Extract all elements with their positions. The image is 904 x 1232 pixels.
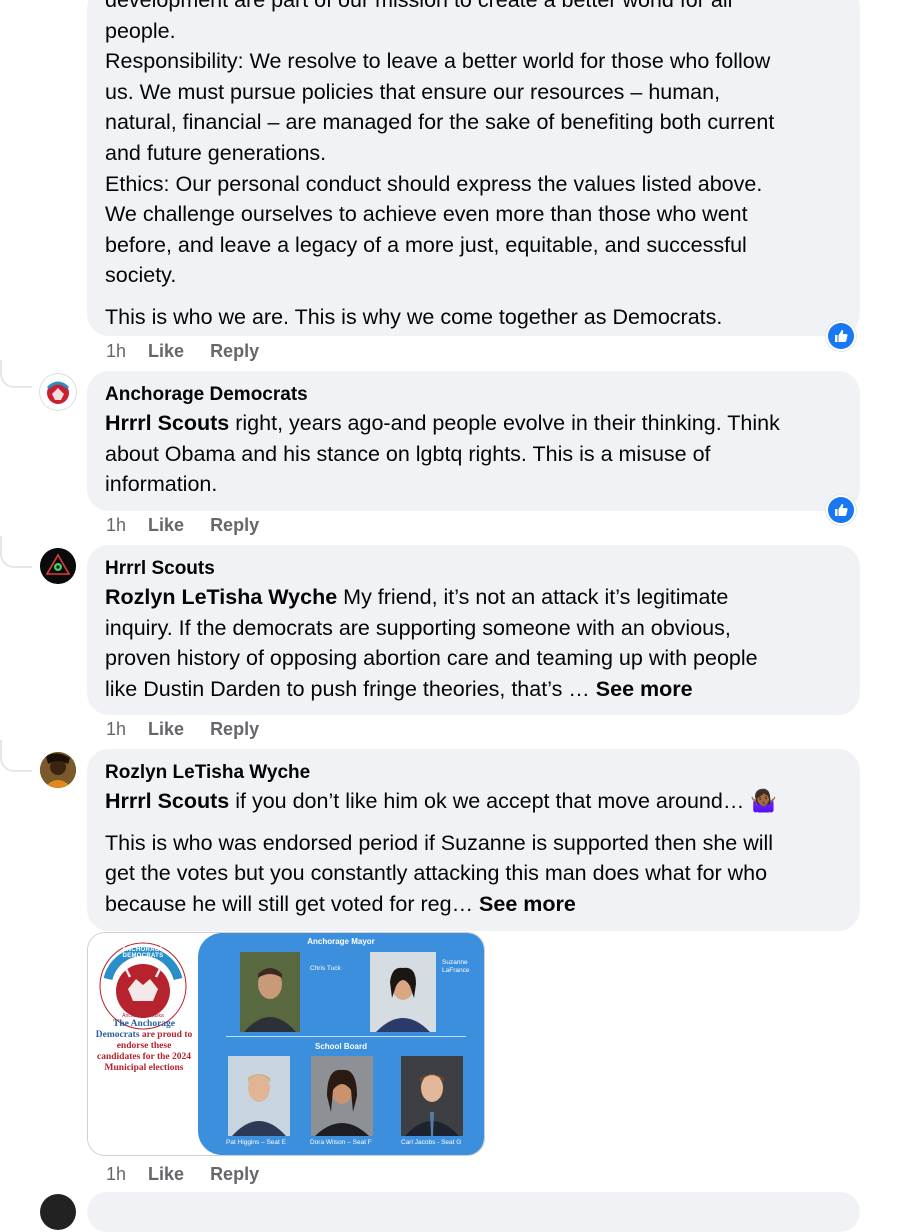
reply-button[interactable]: Reply: [210, 719, 259, 740]
comment-author[interactable]: Hrrrl Scouts: [105, 557, 842, 581]
candidate-name: Chris Tuck: [310, 965, 341, 972]
comment-actions: 1h Like Reply: [106, 1164, 285, 1185]
person-photo-icon: [311, 1056, 373, 1136]
see-more-link[interactable]: See more: [596, 677, 693, 701]
avatar[interactable]: [40, 752, 76, 788]
mention-link[interactable]: Hrrrl Scouts: [105, 789, 229, 813]
reply-button[interactable]: Reply: [210, 1164, 259, 1185]
mention-link[interactable]: Rozlyn LeTisha Wyche: [105, 585, 337, 609]
reply-button[interactable]: Reply: [210, 341, 259, 362]
candidate-name: Dora Wilson – Seat F: [310, 1139, 372, 1146]
image-blue-panel: Anchorage Mayor Chris Tuck Suzanne LaFra…: [198, 933, 484, 1155]
comment-actions: 1h Like Reply: [106, 341, 285, 362]
attached-image[interactable]: ANCHORAGE DEMOCRATS Anchorage, Alaska Th…: [87, 932, 485, 1156]
comment-bubble-1: development are part of our mission to c…: [87, 0, 860, 336]
comment-author[interactable]: Anchorage Democrats: [105, 383, 842, 407]
comment-bubble-4: Rozlyn LeTisha Wyche Hrrrl Scouts if you…: [87, 749, 860, 931]
person-photo-icon: [370, 952, 436, 1032]
comment-actions: 1h Like Reply: [106, 719, 285, 740]
see-more-link[interactable]: See more: [479, 892, 576, 916]
person-photo-icon: [240, 952, 300, 1032]
comment-closing: This is who we are. This is why we come …: [105, 304, 723, 329]
like-button[interactable]: Like: [148, 341, 184, 362]
hrrrl-scouts-logo-icon: [40, 548, 76, 584]
candidate-photo: [240, 952, 300, 1032]
mention-link[interactable]: Hrrrl Scouts: [105, 411, 229, 435]
logo-text-top: ANCHORAGE DEMOCRATS: [121, 947, 165, 959]
comment-timestamp: 1h: [106, 719, 127, 739]
comment-actions: 1h Like Reply: [106, 515, 285, 536]
anchorage-democrats-logo-icon: [41, 375, 75, 409]
candidate-photo: [370, 952, 436, 1032]
thumbs-up-icon: [835, 330, 848, 342]
like-button[interactable]: Like: [148, 1164, 184, 1185]
comment-timestamp: 1h: [106, 341, 127, 361]
comment-bubble-next: [87, 1192, 860, 1232]
like-button[interactable]: Like: [148, 719, 184, 740]
comment-timestamp: 1h: [106, 515, 127, 535]
comment-body: people. Responsibility: We resolve to le…: [105, 18, 775, 288]
thread-connector: [0, 536, 32, 568]
endorsement-statement: The Anchorage Democrats are proud to end…: [95, 1019, 193, 1073]
comment-text: Rozlyn LeTisha Wyche My friend, it’s not…: [105, 585, 729, 609]
comment-text: Hrrrl Scouts right, years ago-and people…: [105, 411, 780, 435]
mayor-section-title: Anchorage Mayor: [307, 937, 375, 946]
candidate-photo: [401, 1056, 463, 1136]
person-photo-icon: [228, 1056, 290, 1136]
avatar[interactable]: [40, 1194, 76, 1230]
candidate-name: Suzanne LaFrance: [442, 959, 470, 974]
candidate-photo: [228, 1056, 290, 1136]
section-divider: [226, 1036, 466, 1037]
school-section-title: School Board: [314, 1042, 367, 1051]
like-reaction-badge[interactable]: [826, 495, 856, 525]
comment-bubble-2: Anchorage Democrats Hrrrl Scouts right, …: [87, 371, 860, 511]
like-reaction-badge[interactable]: [826, 321, 856, 351]
candidate-photo: [311, 1056, 373, 1136]
comment-text-partial: development are part of our mission to c…: [105, 0, 733, 12]
reply-button[interactable]: Reply: [210, 515, 259, 536]
comment-timestamp: 1h: [106, 1164, 127, 1184]
avatar[interactable]: [40, 374, 76, 410]
like-button[interactable]: Like: [148, 515, 184, 536]
person-photo-icon: [401, 1056, 463, 1136]
thumbs-up-icon: [835, 504, 848, 516]
comment-author[interactable]: Rozlyn LeTisha Wyche: [105, 761, 842, 785]
candidate-name: Carl Jacobs - Seat G: [401, 1139, 462, 1146]
profile-photo-icon: [40, 752, 76, 788]
candidate-name: Pat Higgins – Seat E: [226, 1139, 286, 1146]
thread-connector: [0, 360, 32, 388]
avatar[interactable]: [40, 548, 76, 584]
image-left-panel: ANCHORAGE DEMOCRATS Anchorage, Alaska Th…: [88, 933, 198, 1155]
thread-connector: [0, 740, 32, 772]
comment-bubble-3: Hrrrl Scouts Rozlyn LeTisha Wyche My fri…: [87, 545, 860, 715]
comment-text: Hrrrl Scouts if you don’t like him ok we…: [105, 789, 778, 813]
